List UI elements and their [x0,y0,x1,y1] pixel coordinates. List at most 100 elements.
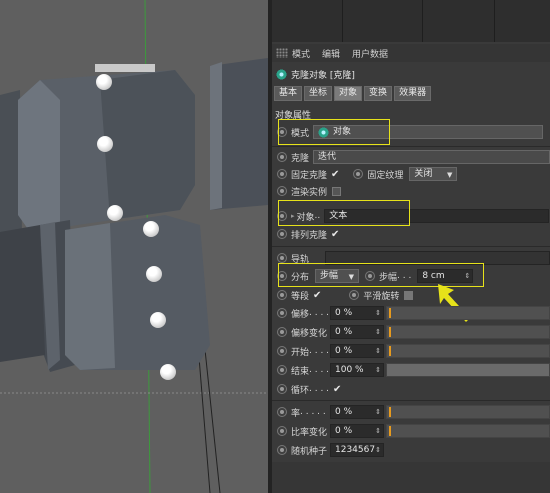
tab-effectors[interactable]: 效果器 [394,86,432,101]
start-label-dots: . . . . [309,346,330,356]
offset-var-label: 偏移变化 [291,328,328,339]
panel-footer [272,462,550,493]
smooth-anim-radio[interactable] [349,290,360,300]
rate-var-label: 比率变化 [291,427,328,438]
grip-icon[interactable] [276,48,288,58]
guide-anim-radio[interactable] [277,253,287,263]
attribute-tabs: 基本 坐标 对象 变换 效果器 [274,86,433,102]
clone-sphere [150,312,166,328]
tab-coordinates[interactable]: 坐标 [304,86,333,101]
rate-label: 率 [291,408,301,419]
clone-sphere [143,221,159,237]
clone-sphere [97,136,113,152]
fixed-texture-value: 关闭 [414,169,433,179]
menu-user-data[interactable]: 用户数据 [352,47,388,60]
offset-value: 0 % [335,308,353,318]
rate-input[interactable]: 0 % ⇕ [330,405,384,419]
seed-label: 随机种子 [291,446,328,457]
offset-var-anim-radio[interactable] [277,327,287,337]
fixed-row: 固定克隆 ✔ 固定纹理 关闭 ▼ [272,166,550,182]
spinner-icon[interactable]: ⇕ [375,425,381,437]
seed-row: 随机种子 1234567 ⇕ [272,442,550,458]
offset-var-value: 0 % [335,327,353,337]
equal-row: 等段 ✔ 平滑旋转 [272,287,550,303]
chevron-down-icon: ▼ [447,171,453,179]
loop-checkbox[interactable]: ✔ [333,384,341,395]
spinner-icon[interactable]: ⇕ [375,444,381,456]
start-label: 开始 [291,347,310,358]
clone-label: 克隆 [291,153,310,164]
arrange-checkbox[interactable]: ✔ [331,229,339,240]
spinner-icon[interactable]: ⇕ [375,406,381,418]
arrange-anim-radio[interactable] [277,229,287,239]
rate-var-anim-radio[interactable] [277,426,287,436]
fixed-clone-anim-radio[interactable] [277,169,287,179]
attribute-menubar: 模式 编辑 用户数据 [272,44,550,62]
highlight-mode [278,119,390,145]
rate-var-value: 0 % [335,426,353,436]
clone-row: 克隆 迭代 [272,149,550,165]
offset-label: 偏移 [291,309,310,320]
offset-input[interactable]: 0 % ⇕ [330,306,384,320]
arrange-row: 排列克隆 ✔ [272,226,550,242]
render-instance-checkbox[interactable] [332,186,342,196]
start-input[interactable]: 0 % ⇕ [330,344,384,358]
object-title-bar: 克隆对象 [克隆] [272,64,550,84]
3d-viewport[interactable] [0,0,268,493]
viewport-scene [0,0,268,493]
seed-anim-radio[interactable] [277,445,287,455]
spinner-icon[interactable]: ⇕ [375,345,381,357]
loop-label: 循环 [291,385,310,396]
equal-label: 等段 [291,291,310,302]
fixed-texture-label: 固定纹理 [367,170,404,181]
attribute-manager: 模式 编辑 用户数据 克隆对象 [克隆] 基本 坐标 对象 变换 效果器 对象属… [272,0,550,493]
rate-anim-radio[interactable] [277,407,287,417]
spinner-icon[interactable]: ⇕ [375,307,381,319]
seed-input[interactable]: 1234567 ⇕ [330,443,384,457]
object-manager-pane [272,0,550,42]
render-instance-anim-radio[interactable] [277,186,287,196]
smooth-checkbox[interactable] [404,290,414,300]
object-title: 克隆对象 [克隆] [291,70,355,81]
clone-sphere [96,74,112,90]
spinner-icon[interactable]: ⇕ [375,326,381,338]
menu-mode[interactable]: 模式 [292,47,310,60]
tab-transform[interactable]: 变换 [364,86,393,101]
rate-slider[interactable] [386,405,550,419]
start-slider[interactable] [386,344,550,358]
offset-var-slider[interactable] [386,325,550,339]
end-slider[interactable] [386,363,550,377]
rate-value: 0 % [335,407,353,417]
render-instance-row: 渲染实例 [272,183,550,199]
equal-checkbox[interactable]: ✔ [313,290,321,301]
highlight-object [278,200,410,226]
render-instance-label: 渲染实例 [291,187,328,198]
tab-object[interactable]: 对象 [334,86,363,101]
fixed-clone-checkbox[interactable]: ✔ [331,169,339,180]
spinner-icon[interactable]: ⇕ [375,364,381,376]
clone-anim-radio[interactable] [277,152,287,162]
start-anim-radio[interactable] [277,346,287,356]
seed-value: 1234567 [335,445,376,455]
equal-anim-radio[interactable] [277,290,287,300]
arrange-label: 排列克隆 [291,230,328,241]
fixed-texture-anim-radio[interactable] [353,169,364,179]
end-input[interactable]: 100 % ⇕ [330,363,384,377]
loop-label-dots: . . . . [309,384,330,394]
rate-var-slider[interactable] [386,424,550,438]
end-label-dots: . . . . [309,365,330,375]
smooth-label: 平滑旋转 [363,291,400,302]
offset-label-dots: . . . . [309,308,330,318]
clone-dropdown[interactable]: 迭代 [313,150,550,164]
menu-edit[interactable]: 编辑 [322,47,340,60]
fixed-texture-dropdown[interactable]: 关闭 ▼ [409,167,458,181]
tab-basic[interactable]: 基本 [274,86,303,101]
offset-var-input[interactable]: 0 % ⇕ [330,325,384,339]
loop-anim-radio[interactable] [277,384,287,394]
offset-anim-radio[interactable] [277,308,287,318]
end-anim-radio[interactable] [277,365,287,375]
clone-sphere [160,364,176,380]
end-value: 100 % [335,365,364,375]
rate-var-input[interactable]: 0 % ⇕ [330,424,384,438]
offset-slider[interactable] [386,306,550,320]
